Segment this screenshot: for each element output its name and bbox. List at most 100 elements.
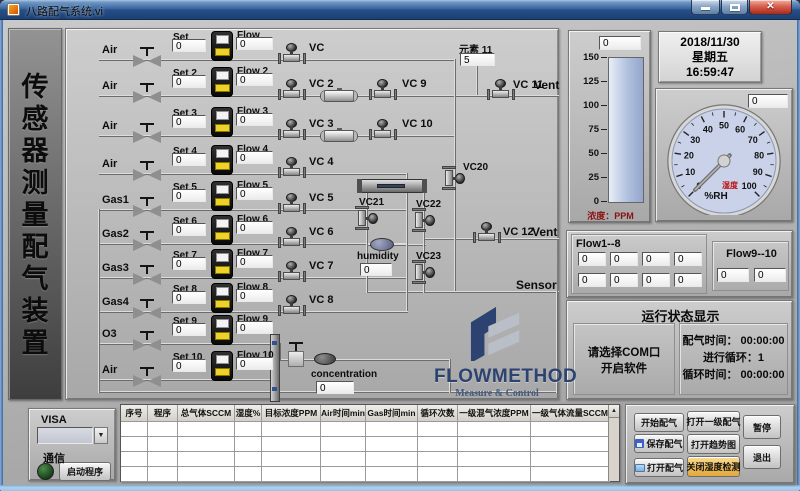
status-message-line2: 开启软件	[574, 360, 674, 376]
table-cell	[178, 467, 235, 482]
flow-readout: 0	[236, 151, 273, 164]
gas-schematic-panel: 元素 11 5 VC 11 Vent VC20 VC21 VC22 VC23 V…	[65, 28, 559, 400]
set-input[interactable]: 0	[172, 359, 206, 372]
table-cell	[121, 437, 148, 452]
flow-readout: 0	[236, 357, 273, 370]
set-input[interactable]: 0	[172, 257, 206, 270]
set-input[interactable]: 0	[172, 153, 206, 166]
table-row	[121, 467, 610, 482]
flowmethod-logo-icon	[464, 305, 530, 361]
humidity-value: 0	[360, 263, 392, 276]
svg-text:%RH: %RH	[704, 191, 727, 202]
visa-label: VISA	[41, 414, 67, 426]
svg-text:40: 40	[703, 124, 713, 134]
pipe	[406, 173, 408, 311]
set-input[interactable]: 0	[172, 189, 206, 202]
scroll-up-icon[interactable]: ▲	[609, 405, 619, 418]
manual-valve-icon	[132, 330, 162, 352]
element11-input[interactable]: 5	[460, 53, 495, 66]
table-cell	[178, 422, 235, 437]
table-header-cell: 湿度%	[235, 405, 262, 422]
visa-dropdown-button[interactable]: ▼	[94, 427, 108, 444]
exit-button[interactable]: 退出	[743, 445, 781, 469]
gas-source-label: Gas2	[102, 228, 136, 240]
vc-valve-icon[interactable]	[278, 193, 306, 215]
vc22-label: VC22	[416, 199, 441, 210]
table-cell	[148, 437, 178, 452]
flow1-8-group: Flow1--8 00000000	[571, 234, 707, 294]
tank-tick-mark	[601, 81, 607, 82]
vc-valve-icon[interactable]	[278, 261, 306, 283]
mass-flow-controller-icon	[211, 283, 233, 313]
close-humidity-button[interactable]: 关闭湿度检测	[687, 456, 740, 477]
vc-valve-icon[interactable]	[278, 157, 306, 179]
vent-top-label: Vent	[534, 78, 559, 92]
flow-readout: 0	[236, 113, 273, 126]
table-cell	[235, 437, 262, 452]
vc-valve-icon[interactable]	[278, 79, 306, 101]
visa-resource-combo[interactable]	[37, 427, 93, 444]
window-border-left	[0, 20, 3, 485]
table-cell	[262, 422, 321, 437]
open-level1-button[interactable]: 打开一级配气	[687, 411, 740, 432]
set-input[interactable]: 0	[172, 323, 206, 336]
sidebar-char: 感	[9, 103, 61, 135]
table-scrollbar[interactable]: ▲	[608, 405, 619, 481]
table-header-cell: 目标浓度PPM	[262, 405, 321, 422]
vc-valve-icon[interactable]	[369, 79, 397, 101]
vc23-valve-icon[interactable]	[411, 259, 435, 285]
table-cell	[531, 437, 610, 452]
vc-valve-icon[interactable]	[278, 295, 306, 317]
vc22-valve-icon[interactable]	[411, 207, 435, 233]
set-input[interactable]: 0	[172, 223, 206, 236]
set-input[interactable]: 0	[172, 291, 206, 304]
table-cell	[262, 437, 321, 452]
mass-flow-controller-icon	[211, 181, 233, 211]
vc-valve-icon[interactable]	[369, 119, 397, 141]
vc-label: VC 9	[402, 78, 426, 90]
set-input[interactable]: 0	[172, 39, 206, 52]
gas-source-label: Air	[102, 158, 136, 170]
manual-valve-icon	[132, 298, 162, 320]
tank-tick-label: 125	[571, 76, 599, 87]
sidebar-char: 量	[9, 199, 61, 231]
svg-text:10: 10	[685, 167, 695, 177]
pipe	[99, 379, 271, 381]
date-text: 2018/11/30	[659, 35, 761, 50]
vc-valve-icon[interactable]	[278, 119, 306, 141]
table-header-cell: 一级气体流量SCCM	[531, 405, 610, 422]
time-text: 16:59:47	[659, 65, 761, 80]
vc21-valve-icon[interactable]	[354, 205, 378, 231]
set-input[interactable]: 0	[172, 115, 206, 128]
minimize-button[interactable]	[691, 0, 720, 15]
open-trend-button[interactable]: 打开趋势图	[687, 434, 740, 454]
svg-text:30: 30	[690, 135, 700, 145]
table-cell	[458, 452, 531, 467]
vc20-valve-icon[interactable]	[441, 165, 465, 191]
start-gas-button[interactable]: 开始配气	[634, 413, 684, 432]
maximize-button[interactable]	[721, 0, 748, 15]
set-input[interactable]: 0	[172, 75, 206, 88]
save-gas-button[interactable]: 保存配气	[634, 434, 684, 453]
svg-text:90: 90	[753, 167, 763, 177]
humidity-gauge-panel: 0 0102030405060708090100 湿度 %RH	[655, 88, 793, 222]
vc12-valve-icon[interactable]	[473, 222, 501, 244]
title-bar[interactable]: 八路配气系统.vi ✕	[0, 0, 800, 20]
pause-button[interactable]: 暂停	[743, 415, 781, 439]
vc11-valve-icon[interactable]	[487, 79, 515, 101]
vc-valve-icon[interactable]	[278, 43, 306, 65]
svg-text:20: 20	[684, 150, 694, 160]
gas-source-label: O3	[102, 328, 136, 340]
vc-valve-icon[interactable]	[278, 227, 306, 249]
flow1-8-readout: 0	[578, 252, 606, 266]
table-header-cell: 一级混气浓度PPM	[458, 405, 531, 422]
table-header-cell: 序号	[121, 405, 148, 422]
table-cell	[178, 437, 235, 452]
open-gas-button[interactable]: 打开配气	[634, 458, 684, 477]
table-cell	[366, 467, 418, 482]
table-header-cell: 循环次数	[418, 405, 458, 422]
start-program-button[interactable]: 启动程序	[59, 462, 111, 481]
flow1-8-readout: 0	[578, 273, 606, 287]
close-button[interactable]: ✕	[749, 0, 792, 15]
table-cell	[531, 452, 610, 467]
